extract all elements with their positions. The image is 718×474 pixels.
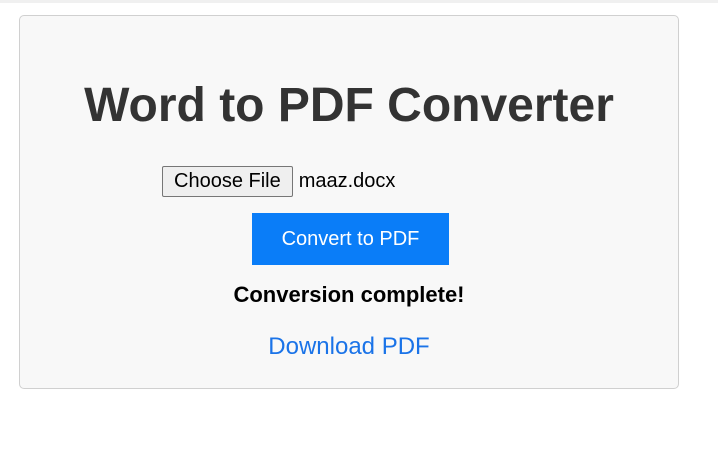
top-divider bbox=[0, 0, 718, 3]
selected-file-name: maaz.docx bbox=[298, 170, 396, 192]
download-pdf-link[interactable]: Download PDF bbox=[20, 333, 678, 361]
convert-to-pdf-button[interactable]: Convert to PDF bbox=[252, 213, 449, 265]
converter-card: Word to PDF Converter Choose File maaz.d… bbox=[19, 15, 679, 389]
file-input-row: Choose File maaz.docx bbox=[162, 166, 395, 197]
page-title: Word to PDF Converter bbox=[84, 79, 614, 132]
conversion-status: Conversion complete! bbox=[233, 282, 465, 307]
choose-file-button[interactable]: Choose File bbox=[162, 166, 293, 197]
